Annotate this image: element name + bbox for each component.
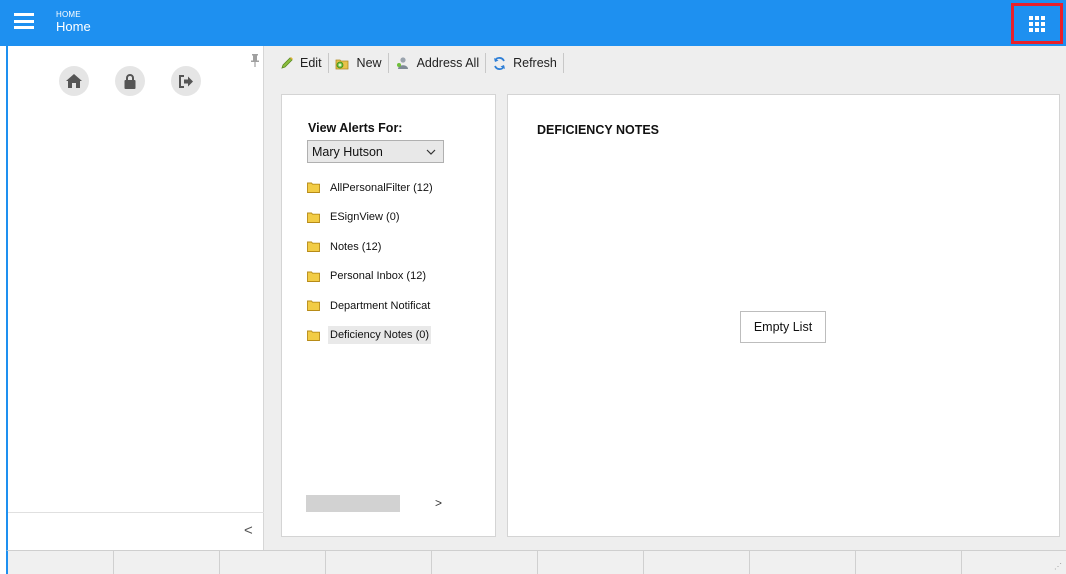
address-all-label: Address All xyxy=(416,56,480,70)
refresh-button[interactable]: Refresh xyxy=(486,51,563,75)
app-header: HOME Home xyxy=(0,0,1066,46)
scroll-right-arrow[interactable]: > xyxy=(435,496,442,510)
folder-item[interactable]: AllPersonalFilter (12) xyxy=(307,173,445,203)
edit-label: Edit xyxy=(300,56,322,70)
pin-icon[interactable] xyxy=(250,54,260,70)
view-alerts-label: View Alerts For: xyxy=(308,121,403,135)
folder-icon xyxy=(307,241,320,253)
folder-icon xyxy=(307,330,320,341)
status-cell xyxy=(326,551,432,574)
folder-label: AllPersonalFilter (12) xyxy=(330,181,433,194)
detail-panel: DEFICIENCY NOTES Empty List xyxy=(507,94,1060,537)
apps-grid-icon xyxy=(1029,15,1045,32)
collapse-sidebar-button[interactable]: < xyxy=(244,522,253,539)
status-cell xyxy=(856,551,962,574)
toolbar: Edit New Address All Refresh xyxy=(274,49,564,77)
refresh-label: Refresh xyxy=(513,56,557,70)
folder-item[interactable]: Notes (12) xyxy=(307,232,445,262)
folder-item[interactable]: Personal Inbox (12) xyxy=(307,262,445,292)
detail-title: DEFICIENCY NOTES xyxy=(537,123,660,137)
main-area: < Edit New Address All Refresh View Aler… xyxy=(6,46,1066,550)
folder-item-selected[interactable]: Deficiency Notes (0) xyxy=(307,321,445,351)
folder-icon xyxy=(307,271,320,282)
status-cell xyxy=(114,551,220,574)
folder-label: Deficiency Notes (0) xyxy=(328,326,432,345)
apps-grid-button[interactable] xyxy=(1011,3,1063,44)
hamburger-icon[interactable] xyxy=(14,13,34,29)
chevron-down-icon xyxy=(426,146,436,160)
toolbar-separator xyxy=(562,53,564,73)
folder-list: AllPersonalFilter (12) ESignView (0) Not… xyxy=(307,173,445,350)
new-icon xyxy=(335,59,348,70)
user-select[interactable]: Mary Hutson xyxy=(307,140,444,163)
folder-label: Department Notificat xyxy=(330,299,431,312)
address-all-button[interactable]: Address All xyxy=(389,51,486,75)
folder-item[interactable]: ESignView (0) xyxy=(307,203,445,233)
alerts-panel: View Alerts For: Mary Hutson AllPersonal… xyxy=(281,94,496,537)
new-label: New xyxy=(356,56,382,70)
folder-label: ESignView (0) xyxy=(330,211,400,224)
lock-icon[interactable] xyxy=(115,66,145,96)
page-title: Home xyxy=(56,19,91,34)
section-label: HOME xyxy=(56,10,81,19)
new-button[interactable]: New xyxy=(329,51,388,75)
scrollbar-thumb[interactable] xyxy=(306,495,400,512)
address-all-icon xyxy=(396,57,408,69)
empty-list-message: Empty List xyxy=(740,311,826,343)
folder-label: Notes (12) xyxy=(330,240,382,253)
folder-icon xyxy=(307,300,320,312)
folder-label: Personal Inbox (12) xyxy=(330,270,426,283)
edit-button[interactable]: Edit xyxy=(274,51,328,75)
horizontal-scrollbar[interactable]: > xyxy=(306,495,446,512)
sidebar: < xyxy=(8,46,264,550)
edit-icon xyxy=(281,57,293,69)
status-cell xyxy=(538,551,644,574)
status-cell xyxy=(644,551,750,574)
folder-icon xyxy=(307,212,320,223)
status-cell xyxy=(220,551,326,574)
status-cell xyxy=(750,551,856,574)
folder-icon xyxy=(307,182,320,194)
folder-item[interactable]: Department Notificat xyxy=(307,291,445,321)
status-cell xyxy=(432,551,538,574)
status-cell xyxy=(8,551,114,574)
refresh-icon xyxy=(494,56,506,70)
home-icon[interactable] xyxy=(59,66,89,96)
sidebar-divider xyxy=(8,512,264,513)
status-bar: ⋰ xyxy=(6,550,1066,574)
logout-icon[interactable] xyxy=(171,66,201,96)
user-select-value: Mary Hutson xyxy=(312,145,383,159)
resize-grip-icon[interactable]: ⋰ xyxy=(1054,562,1062,571)
